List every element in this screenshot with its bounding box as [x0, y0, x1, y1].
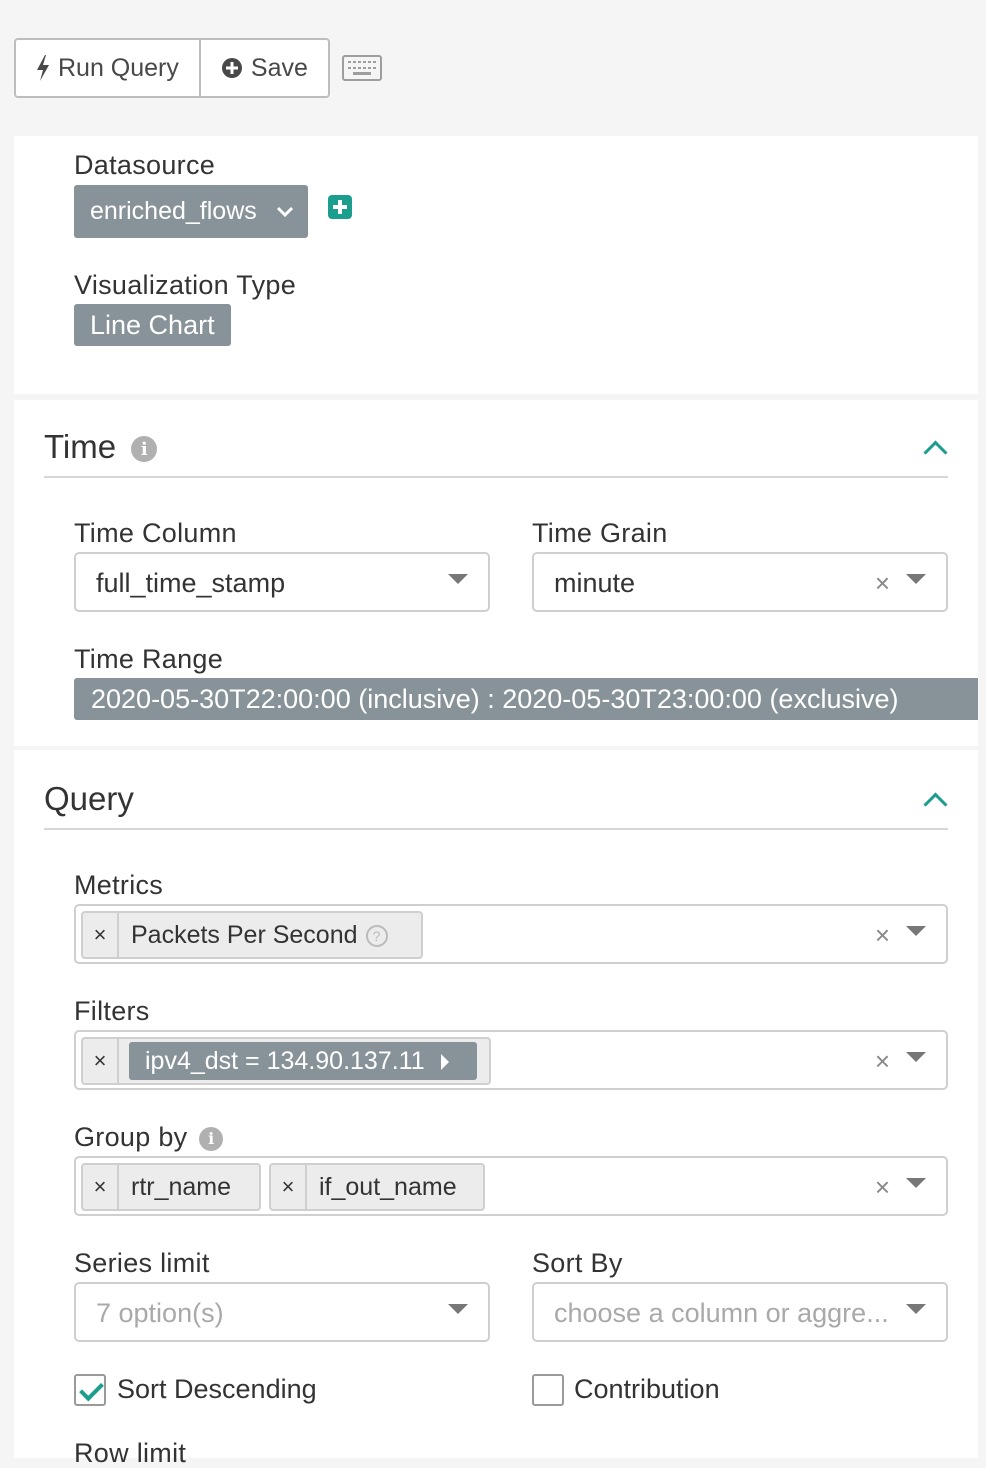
contribution-label[interactable]: Contribution — [574, 1374, 720, 1405]
time-range-button[interactable]: 2020-05-30T22:00:00 (inclusive) : 2020-0… — [74, 678, 978, 720]
query-toolbar: Run Query Save — [14, 38, 382, 98]
chevron-down-icon — [276, 206, 294, 218]
run-query-button[interactable]: Run Query — [16, 40, 199, 96]
info-icon[interactable]: i — [199, 1126, 224, 1151]
visualization-type-label: Visualization Type — [74, 270, 297, 300]
sort-descending-checkbox[interactable] — [74, 1374, 106, 1406]
time-grain-label: Time Grain — [532, 518, 668, 548]
caret-down-icon — [448, 1304, 468, 1314]
chevron-up-icon[interactable] — [924, 788, 946, 810]
series-limit-select[interactable]: 7 option(s) — [74, 1282, 490, 1342]
sort-by-select[interactable]: choose a column or aggre... — [532, 1282, 948, 1342]
query-section-header[interactable]: Query — [44, 780, 948, 830]
metrics-select[interactable]: × Packets Per Second? × — [74, 904, 948, 964]
remove-tag-icon[interactable]: × — [83, 913, 119, 957]
visualization-type-value: Line Chart — [90, 309, 215, 340]
caret-right-icon — [441, 1054, 449, 1070]
caret-down-icon — [906, 1304, 926, 1314]
time-grain-value: minute — [554, 568, 636, 598]
caret-down-icon — [906, 1052, 926, 1062]
metric-tag-label: Packets Per Second? — [119, 921, 400, 950]
time-grain-select[interactable]: minute × — [532, 552, 948, 612]
query-panel: Query Metrics × Packets Per Second? × Fi… — [14, 750, 978, 1468]
time-range-value: 2020-05-30T22:00:00 (inclusive) : 2020-0… — [91, 683, 899, 714]
sort-by-label: Sort By — [532, 1248, 623, 1278]
question-icon[interactable]: ? — [365, 924, 388, 947]
info-icon[interactable]: i — [131, 436, 158, 463]
series-limit-label: Series limit — [74, 1248, 210, 1278]
clear-icon[interactable]: × — [875, 568, 890, 599]
datasource-value: enriched_flows — [90, 197, 257, 225]
remove-tag-icon[interactable]: × — [83, 1039, 119, 1083]
filter-text: ipv4_dst = 134.90.137.11 — [145, 1046, 425, 1075]
group-by-label: Group by i — [74, 1122, 224, 1153]
datasource-label: Datasource — [74, 150, 216, 180]
bolt-icon — [37, 55, 49, 81]
group-by-tag: × if_out_name — [269, 1163, 485, 1211]
datasource-select[interactable]: enriched_flows — [74, 185, 308, 238]
time-title-text: Time — [44, 428, 117, 465]
caret-down-icon — [448, 574, 468, 584]
remove-tag-icon[interactable]: × — [83, 1165, 119, 1209]
row-limit-label: Row limit — [74, 1438, 187, 1468]
run-query-label: Run Query — [58, 53, 179, 82]
add-datasource-icon[interactable] — [328, 195, 352, 219]
query-button-group: Run Query Save — [14, 38, 330, 98]
sort-by-placeholder: choose a column or aggre... — [554, 1298, 889, 1328]
series-limit-placeholder: 7 option(s) — [96, 1298, 224, 1328]
group-by-tag-label: if_out_name — [319, 1172, 457, 1201]
group-by-tag: × rtr_name — [81, 1163, 261, 1211]
metric-tag: × Packets Per Second? — [81, 911, 423, 959]
query-section-title: Query — [44, 780, 134, 817]
metric-name: Packets Per Second — [131, 920, 358, 949]
keyboard-icon[interactable] — [341, 55, 382, 81]
filter-pill[interactable]: ipv4_dst = 134.90.137.11 — [129, 1042, 477, 1080]
remove-tag-icon[interactable]: × — [271, 1165, 307, 1209]
group-by-tag-label: rtr_name — [131, 1172, 232, 1201]
metrics-label: Metrics — [74, 870, 164, 900]
time-column-value: full_time_stamp — [96, 568, 286, 598]
datasource-panel: Datasource enriched_flows Visualization … — [14, 136, 978, 394]
filters-label: Filters — [74, 996, 150, 1026]
time-column-label: Time Column — [74, 518, 237, 548]
time-column-select[interactable]: full_time_stamp — [74, 552, 490, 612]
caret-down-icon — [906, 1178, 926, 1188]
visualization-type-button[interactable]: Line Chart — [74, 304, 231, 346]
group-by-select[interactable]: × rtr_name × if_out_name × — [74, 1156, 948, 1216]
time-section-title: Time i — [44, 428, 158, 466]
caret-down-icon — [906, 926, 926, 936]
sort-descending-label[interactable]: Sort Descending — [117, 1374, 317, 1405]
time-range-label: Time Range — [74, 644, 224, 674]
clear-icon[interactable]: × — [875, 1046, 890, 1077]
time-section-header[interactable]: Time i — [44, 428, 948, 478]
caret-down-icon — [906, 574, 926, 584]
clear-icon[interactable]: × — [875, 1172, 890, 1203]
contribution-checkbox[interactable] — [532, 1374, 564, 1406]
clear-icon[interactable]: × — [875, 920, 890, 951]
plus-circle-icon — [221, 58, 242, 78]
time-panel: Time i Time Column full_time_stamp Time … — [14, 400, 978, 746]
filter-tag: × ipv4_dst = 134.90.137.11 — [81, 1037, 491, 1085]
save-button[interactable]: Save — [198, 40, 328, 96]
chevron-up-icon[interactable] — [924, 436, 946, 458]
save-label: Save — [250, 53, 308, 82]
filters-select[interactable]: × ipv4_dst = 134.90.137.11 × — [74, 1030, 948, 1090]
group-by-text: Group by — [74, 1122, 188, 1152]
